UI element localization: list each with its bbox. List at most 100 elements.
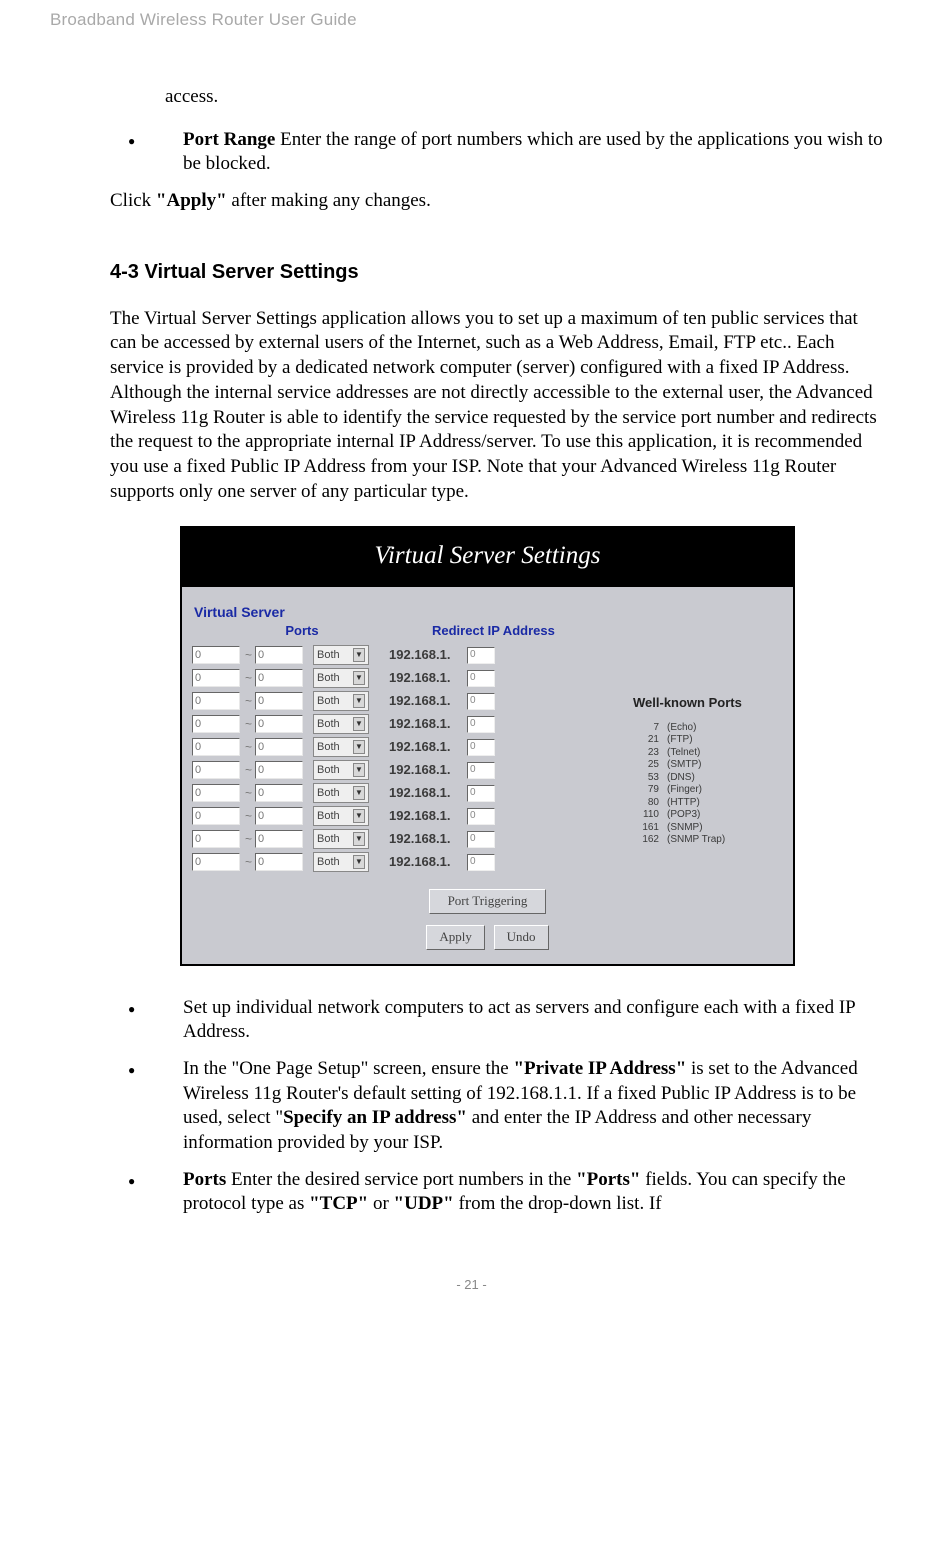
vs-row: 0~0Both▼192.168.1.0 xyxy=(192,644,783,667)
ip-last-input[interactable]: 0 xyxy=(467,808,495,825)
tilde: ~ xyxy=(245,809,252,825)
bullet-icon: ● xyxy=(110,996,183,1045)
ip-last-input[interactable]: 0 xyxy=(467,670,495,687)
bullet-ports: Ports Enter the desired service port num… xyxy=(183,1168,883,1217)
well-known-port-row: 162(SNMP Trap) xyxy=(633,834,783,847)
ip-prefix: 192.168.1. xyxy=(389,647,469,664)
protocol-select[interactable]: Both▼ xyxy=(313,760,369,780)
bullet-icon: ● xyxy=(110,128,183,177)
ip-last-input[interactable]: 0 xyxy=(467,831,495,848)
port-from-input[interactable]: 0 xyxy=(192,807,240,825)
port-from-input[interactable]: 0 xyxy=(192,669,240,687)
specify-ip-bold: Specify an IP address" xyxy=(283,1107,467,1128)
protocol-select[interactable]: Both▼ xyxy=(313,668,369,688)
text: after making any changes. xyxy=(227,190,431,211)
chevron-down-icon: ▼ xyxy=(353,740,365,754)
protocol-select[interactable]: Both▼ xyxy=(313,737,369,757)
apply-button[interactable]: Apply xyxy=(426,925,485,950)
chevron-down-icon: ▼ xyxy=(353,786,365,800)
protocol-select[interactable]: Both▼ xyxy=(313,783,369,803)
protocol-select[interactable]: Both▼ xyxy=(313,852,369,872)
bullet-port-range: Port Range Enter the range of port numbe… xyxy=(183,128,883,177)
bullet-setup-servers: Set up individual network computers to a… xyxy=(183,996,883,1045)
port-to-input[interactable]: 0 xyxy=(255,807,303,825)
tcp-bold: "TCP" xyxy=(309,1193,368,1214)
port-from-input[interactable]: 0 xyxy=(192,738,240,756)
ip-last-input[interactable]: 0 xyxy=(467,785,495,802)
port-to-input[interactable]: 0 xyxy=(255,853,303,871)
port-from-input[interactable]: 0 xyxy=(192,761,240,779)
protocol-select[interactable]: Both▼ xyxy=(313,806,369,826)
apply-bold: "Apply" xyxy=(156,190,227,211)
port-from-input[interactable]: 0 xyxy=(192,715,240,733)
ip-prefix: 192.168.1. xyxy=(389,785,469,802)
ip-prefix: 192.168.1. xyxy=(389,739,469,756)
text: from the drop-down list. If xyxy=(454,1193,662,1214)
port-from-input[interactable]: 0 xyxy=(192,830,240,848)
port-to-input[interactable]: 0 xyxy=(255,715,303,733)
ip-last-input[interactable]: 0 xyxy=(467,647,495,664)
tilde: ~ xyxy=(245,717,252,733)
tilde: ~ xyxy=(245,740,252,756)
section-description: The Virtual Server Settings application … xyxy=(110,307,883,505)
ip-last-input[interactable]: 0 xyxy=(467,693,495,710)
continuation-text: access. xyxy=(165,85,883,110)
port-to-input[interactable]: 0 xyxy=(255,692,303,710)
ip-prefix: 192.168.1. xyxy=(389,693,469,710)
virtual-server-label: Virtual Server xyxy=(194,603,783,621)
vs-row: 0~0Both▼192.168.1.0 xyxy=(192,667,783,690)
chevron-down-icon: ▼ xyxy=(353,832,365,846)
ip-last-input[interactable]: 0 xyxy=(467,739,495,756)
port-from-input[interactable]: 0 xyxy=(192,646,240,664)
port-to-input[interactable]: 0 xyxy=(255,784,303,802)
ip-prefix: 192.168.1. xyxy=(389,808,469,825)
tilde: ~ xyxy=(245,832,252,848)
well-known-port-row: 53(DNS) xyxy=(633,772,783,785)
doc-header: Broadband Wireless Router User Guide xyxy=(50,10,893,30)
chevron-down-icon: ▼ xyxy=(353,717,365,731)
port-triggering-button[interactable]: Port Triggering xyxy=(429,889,547,914)
chevron-down-icon: ▼ xyxy=(353,671,365,685)
well-known-port-row: 110(POP3) xyxy=(633,809,783,822)
figure-title: Virtual Server Settings xyxy=(182,528,793,595)
chevron-down-icon: ▼ xyxy=(353,809,365,823)
col-redirect: Redirect IP Address xyxy=(402,623,652,640)
ip-prefix: 192.168.1. xyxy=(389,854,469,871)
chevron-down-icon: ▼ xyxy=(353,648,365,662)
port-from-input[interactable]: 0 xyxy=(192,784,240,802)
text: Click xyxy=(110,190,156,211)
ip-last-input[interactable]: 0 xyxy=(467,716,495,733)
port-to-input[interactable]: 0 xyxy=(255,830,303,848)
well-known-ports-panel: Well-known Ports 7(Echo)21(FTP)23(Telnet… xyxy=(633,695,783,847)
port-to-input[interactable]: 0 xyxy=(255,738,303,756)
virtual-server-figure: Virtual Server Settings Virtual Server P… xyxy=(180,526,795,965)
ip-last-input[interactable]: 0 xyxy=(467,854,495,871)
ip-last-input[interactable]: 0 xyxy=(467,762,495,779)
undo-button[interactable]: Undo xyxy=(494,925,549,950)
protocol-select[interactable]: Both▼ xyxy=(313,691,369,711)
tilde: ~ xyxy=(245,694,252,710)
port-from-input[interactable]: 0 xyxy=(192,853,240,871)
chevron-down-icon: ▼ xyxy=(353,763,365,777)
port-to-input[interactable]: 0 xyxy=(255,761,303,779)
bullet-private-ip: In the "One Page Setup" screen, ensure t… xyxy=(183,1057,883,1156)
port-from-input[interactable]: 0 xyxy=(192,692,240,710)
protocol-select[interactable]: Both▼ xyxy=(313,714,369,734)
ip-prefix: 192.168.1. xyxy=(389,762,469,779)
bullet-icon: ● xyxy=(110,1057,183,1156)
text: Enter the desired service port numbers i… xyxy=(226,1169,576,1190)
well-known-port-row: 23(Telnet) xyxy=(633,747,783,760)
tilde: ~ xyxy=(245,786,252,802)
protocol-select[interactable]: Both▼ xyxy=(313,829,369,849)
vs-row: 0~0Both▼192.168.1.0 xyxy=(192,851,783,874)
ip-prefix: 192.168.1. xyxy=(389,831,469,848)
well-known-port-row: 21(FTP) xyxy=(633,734,783,747)
protocol-select[interactable]: Both▼ xyxy=(313,645,369,665)
port-to-input[interactable]: 0 xyxy=(255,669,303,687)
click-apply-line: Click "Apply" after making any changes. xyxy=(110,189,883,214)
col-ports: Ports xyxy=(192,623,402,640)
port-to-input[interactable]: 0 xyxy=(255,646,303,664)
ip-prefix: 192.168.1. xyxy=(389,670,469,687)
bullet-icon: ● xyxy=(110,1168,183,1217)
ports-quoted-bold: "Ports" xyxy=(576,1169,640,1190)
